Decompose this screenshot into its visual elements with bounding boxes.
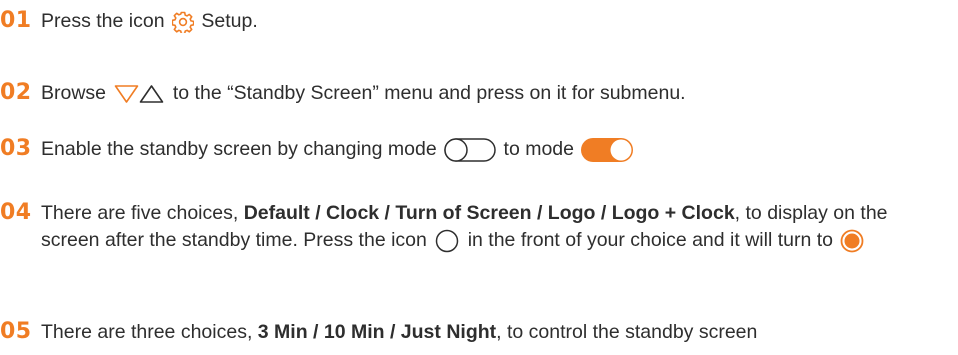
step-text-part: to the “Standby Screen” menu and press o… (172, 82, 686, 104)
step-text: Enable the standby screen by changing mo… (41, 136, 941, 163)
step-text: Press the icon Setup. (41, 8, 941, 35)
step-text: There are five choices, Default / Clock … (41, 200, 941, 254)
triangle-up-icon (139, 84, 164, 104)
triangle-down-icon (114, 84, 139, 104)
step-text-part: There are five choices, (41, 202, 239, 224)
step-text: There are three choices, 3 Min / 10 Min … (41, 319, 941, 346)
gear-icon (171, 11, 194, 33)
step-number: 04 (0, 200, 32, 225)
step-number: 03 (0, 136, 32, 161)
step-text-part: Press the icon (41, 10, 165, 32)
step-text-part: to mode (503, 138, 574, 160)
step-text-part: in the front of your choice and it will … (467, 229, 833, 251)
step-number: 05 (0, 319, 32, 344)
radio-selected-icon (840, 229, 864, 253)
toggle-off-icon (444, 138, 496, 162)
step-text-part: Enable the standby screen by changing mo… (41, 138, 437, 160)
radio-unselected-icon (435, 229, 459, 253)
choices-list: 3 Min / 10 Min / Just Night (257, 321, 497, 343)
choices-list: Default / Clock / Turn of Screen / Logo … (243, 202, 735, 224)
step-text-part: Setup. (201, 10, 258, 32)
step-number: 01 (0, 8, 32, 33)
toggle-on-icon (581, 137, 634, 162)
step-text-part: There are three choices, (41, 321, 253, 343)
step-text-part: , to control the standby screen (496, 321, 758, 343)
step-number: 02 (0, 80, 32, 105)
step-text: Browse to the “Standby Screen” menu and … (41, 80, 941, 107)
step-text-part: Browse (41, 82, 107, 104)
